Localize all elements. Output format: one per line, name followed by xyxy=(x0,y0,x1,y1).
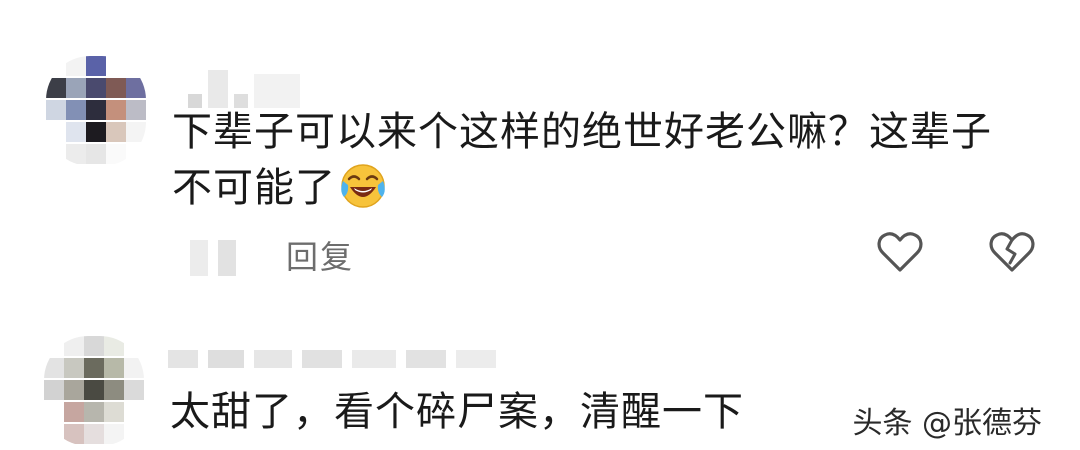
timestamp-blurred xyxy=(190,240,236,276)
comment-text-line-2-label: 不可能了 xyxy=(172,165,336,211)
comment-text-line-2: 不可能了 xyxy=(172,160,992,216)
avatar[interactable] xyxy=(46,56,146,166)
laughing-crying-emoji-icon xyxy=(340,163,386,209)
comment-text: 太甜了，看个碎尸案，清醒一下 xyxy=(170,389,744,435)
watermark: 头条 @张德芬 xyxy=(852,406,1042,441)
comment-text: 下辈子可以来个这样的绝世好老公嘛？这辈子 不可能了 xyxy=(172,104,992,216)
comment-text-line-1: 下辈子可以来个这样的绝世好老公嘛？这辈子 xyxy=(172,109,992,155)
username-blurred[interactable] xyxy=(188,70,300,108)
username-blurred[interactable] xyxy=(168,350,496,368)
broken-heart-icon[interactable] xyxy=(988,230,1036,274)
comment-list: 下辈子可以来个这样的绝世好老公嘛？这辈子 不可能了 回复 太甜了，看个碎尸案，清… xyxy=(0,0,1080,450)
reply-button[interactable]: 回复 xyxy=(286,232,354,278)
heart-outline-icon[interactable] xyxy=(876,230,924,274)
avatar[interactable] xyxy=(44,336,144,446)
